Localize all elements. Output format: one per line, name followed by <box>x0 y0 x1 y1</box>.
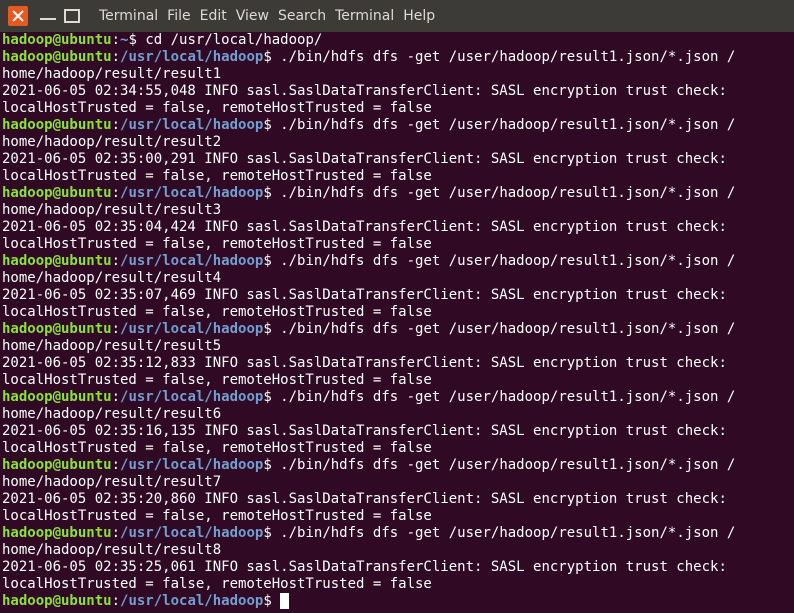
menu-item-terminal-2[interactable]: Terminal <box>335 8 394 24</box>
text-cursor <box>280 593 290 609</box>
prompt-line: hadoop@ubuntu:~$ cd /usr/local/hadoop/ <box>2 32 792 49</box>
prompt-separator: : <box>111 117 121 133</box>
prompt-user: hadoop@ubuntu <box>2 49 112 65</box>
output-line: localHostTrusted = false, remoteHostTrus… <box>2 440 432 456</box>
prompt-path: /usr/local/hadoop <box>120 117 264 133</box>
prompt-path: /usr/local/hadoop <box>120 49 264 65</box>
prompt-line: hadoop@ubuntu:/usr/local/hadoop$ <box>2 593 792 610</box>
prompt-suffix: $ <box>263 253 281 269</box>
prompt-separator: : <box>111 593 121 609</box>
output-line: localHostTrusted = false, remoteHostTrus… <box>2 576 432 592</box>
prompt-suffix: $ <box>263 49 281 65</box>
prompt-user: hadoop@ubuntu <box>2 253 112 269</box>
prompt-suffix: $ <box>263 117 281 133</box>
output-line: localHostTrusted = false, remoteHostTrus… <box>2 100 432 116</box>
output-line: home/hadoop/result/result8 <box>2 542 222 558</box>
prompt-path: /usr/local/hadoop <box>120 253 264 269</box>
prompt-line: hadoop@ubuntu:/usr/local/hadoop$ ./bin/h… <box>2 525 792 542</box>
maximize-icon[interactable] <box>62 6 82 26</box>
output-line: localHostTrusted = false, remoteHostTrus… <box>2 304 432 320</box>
prompt-line: hadoop@ubuntu:/usr/local/hadoop$ ./bin/h… <box>2 389 792 406</box>
command-text: cd /usr/local/hadoop/ <box>145 32 323 48</box>
prompt-suffix: $ <box>263 185 281 201</box>
output-line: localHostTrusted = false, remoteHostTrus… <box>2 508 432 524</box>
menu-item-terminal[interactable]: Terminal <box>99 8 158 24</box>
prompt-path: /usr/local/hadoop <box>120 457 264 473</box>
terminal-window: Terminal File Edit View Search Terminal … <box>0 0 794 613</box>
menu-bar: Terminal File Edit View Search Terminal … <box>99 0 444 32</box>
prompt-line: hadoop@ubuntu:/usr/local/hadoop$ ./bin/h… <box>2 185 792 202</box>
command-text: ./bin/hdfs dfs -get /user/hadoop/result1… <box>280 321 736 337</box>
close-icon[interactable] <box>8 6 28 26</box>
output-line: home/hadoop/result/result5 <box>2 338 222 354</box>
prompt-line: hadoop@ubuntu:/usr/local/hadoop$ ./bin/h… <box>2 457 792 474</box>
prompt-user: hadoop@ubuntu <box>2 457 112 473</box>
output-line: home/hadoop/result/result1 <box>2 66 222 82</box>
output-line: home/hadoop/result/result4 <box>2 270 222 286</box>
title-bar: Terminal File Edit View Search Terminal … <box>0 0 794 32</box>
output-line: 2021-06-05 02:35:04,424 INFO sasl.SaslDa… <box>2 219 727 235</box>
minimize-icon[interactable] <box>38 6 58 26</box>
prompt-separator: : <box>111 457 121 473</box>
prompt-path: /usr/local/hadoop <box>120 525 264 541</box>
prompt-path: /usr/local/hadoop <box>120 593 264 609</box>
prompt-separator: : <box>111 389 121 405</box>
output-line: home/hadoop/result/result3 <box>2 202 222 218</box>
menu-item-edit[interactable]: Edit <box>200 8 227 24</box>
output-line: 2021-06-05 02:35:07,469 INFO sasl.SaslDa… <box>2 287 727 303</box>
output-line: 2021-06-05 02:35:25,061 INFO sasl.SaslDa… <box>2 559 727 575</box>
menu-item-help[interactable]: Help <box>403 8 435 24</box>
command-text: ./bin/hdfs dfs -get /user/hadoop/result1… <box>280 253 736 269</box>
menu-item-search[interactable]: Search <box>278 8 326 24</box>
output-line: home/hadoop/result/result2 <box>2 134 222 150</box>
prompt-line: hadoop@ubuntu:/usr/local/hadoop$ ./bin/h… <box>2 321 792 338</box>
prompt-suffix: $ <box>263 457 281 473</box>
output-line: 2021-06-05 02:35:00,291 INFO sasl.SaslDa… <box>2 151 727 167</box>
prompt-user: hadoop@ubuntu <box>2 117 112 133</box>
prompt-suffix: $ <box>128 32 146 48</box>
output-line: localHostTrusted = false, remoteHostTrus… <box>2 168 432 184</box>
prompt-user: hadoop@ubuntu <box>2 593 112 609</box>
prompt-path: /usr/local/hadoop <box>120 389 264 405</box>
prompt-line: hadoop@ubuntu:/usr/local/hadoop$ ./bin/h… <box>2 49 792 66</box>
prompt-line: hadoop@ubuntu:/usr/local/hadoop$ ./bin/h… <box>2 117 792 134</box>
prompt-suffix: $ <box>263 321 281 337</box>
output-line: 2021-06-05 02:35:16,135 INFO sasl.SaslDa… <box>2 423 727 439</box>
prompt-path: /usr/local/hadoop <box>120 185 264 201</box>
command-text: ./bin/hdfs dfs -get /user/hadoop/result1… <box>280 49 736 65</box>
output-line: 2021-06-05 02:34:55,048 INFO sasl.SaslDa… <box>2 83 727 99</box>
prompt-user: hadoop@ubuntu <box>2 185 112 201</box>
prompt-path: /usr/local/hadoop <box>120 321 264 337</box>
command-text: ./bin/hdfs dfs -get /user/hadoop/result1… <box>280 185 736 201</box>
output-line: home/hadoop/result/result7 <box>2 474 222 490</box>
prompt-separator: : <box>111 185 121 201</box>
command-text: ./bin/hdfs dfs -get /user/hadoop/result1… <box>280 117 736 133</box>
menu-item-view[interactable]: View <box>236 8 269 24</box>
prompt-separator: : <box>111 321 121 337</box>
terminal-output[interactable]: hadoop@ubuntu:~$ cd /usr/local/hadoop/ha… <box>2 32 792 613</box>
output-line: 2021-06-05 02:35:12,833 INFO sasl.SaslDa… <box>2 355 727 371</box>
prompt-separator: : <box>111 32 121 48</box>
prompt-user: hadoop@ubuntu <box>2 525 112 541</box>
prompt-separator: : <box>111 525 121 541</box>
output-line: 2021-06-05 02:35:20,860 INFO sasl.SaslDa… <box>2 491 727 507</box>
prompt-line: hadoop@ubuntu:/usr/local/hadoop$ ./bin/h… <box>2 253 792 270</box>
command-text: ./bin/hdfs dfs -get /user/hadoop/result1… <box>280 525 736 541</box>
command-text: ./bin/hdfs dfs -get /user/hadoop/result1… <box>280 457 736 473</box>
prompt-user: hadoop@ubuntu <box>2 389 112 405</box>
command-text: ./bin/hdfs dfs -get /user/hadoop/result1… <box>280 389 736 405</box>
prompt-user: hadoop@ubuntu <box>2 321 112 337</box>
prompt-suffix: $ <box>263 525 281 541</box>
prompt-suffix: $ <box>263 593 281 609</box>
output-line: home/hadoop/result/result6 <box>2 406 222 422</box>
prompt-separator: : <box>111 49 121 65</box>
menu-item-file[interactable]: File <box>167 8 190 24</box>
output-line: localHostTrusted = false, remoteHostTrus… <box>2 372 432 388</box>
prompt-suffix: $ <box>263 389 281 405</box>
prompt-separator: : <box>111 253 121 269</box>
prompt-user: hadoop@ubuntu <box>2 32 112 48</box>
output-line: localHostTrusted = false, remoteHostTrus… <box>2 236 432 252</box>
